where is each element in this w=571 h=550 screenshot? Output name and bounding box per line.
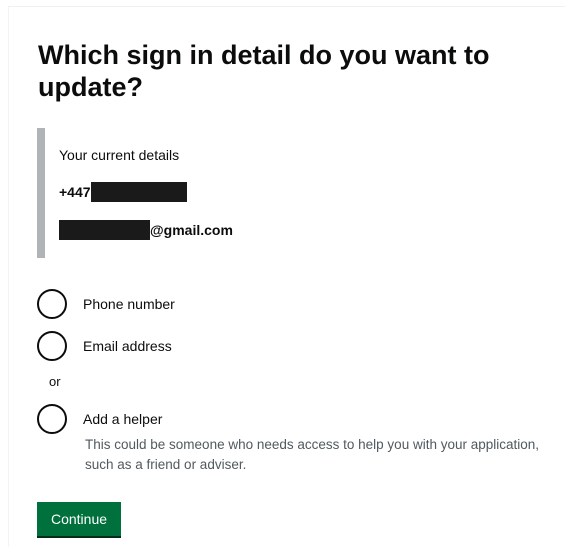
radio-option-email[interactable]: Email address [37,331,172,361]
current-phone: +447 [59,181,187,203]
helper-radio[interactable] [37,404,67,434]
current-details-heading: Your current details [59,147,180,163]
radio-option-helper[interactable]: Add a helper [37,404,162,434]
phone-redaction [90,182,187,202]
email-radio[interactable] [37,331,67,361]
page-title: Which sign in detail do you want to upda… [38,40,490,102]
phone-radio-label[interactable]: Phone number [83,295,175,313]
phone-radio[interactable] [37,289,67,319]
email-redaction [59,220,150,240]
phone-prefix: +447 [59,184,91,200]
continue-button[interactable]: Continue [37,502,121,536]
email-suffix: @gmail.com [150,222,233,238]
page-container: Which sign in detail do you want to upda… [8,6,565,547]
radio-option-phone[interactable]: Phone number [37,289,175,319]
current-details-inset: Your current details +447 @gmail.com [37,128,525,258]
helper-hint: This could be someone who needs access t… [85,437,540,472]
helper-radio-label[interactable]: Add a helper [83,410,162,428]
current-email: @gmail.com [59,219,233,241]
email-radio-label[interactable]: Email address [83,337,172,355]
radio-divider: or [49,374,61,389]
